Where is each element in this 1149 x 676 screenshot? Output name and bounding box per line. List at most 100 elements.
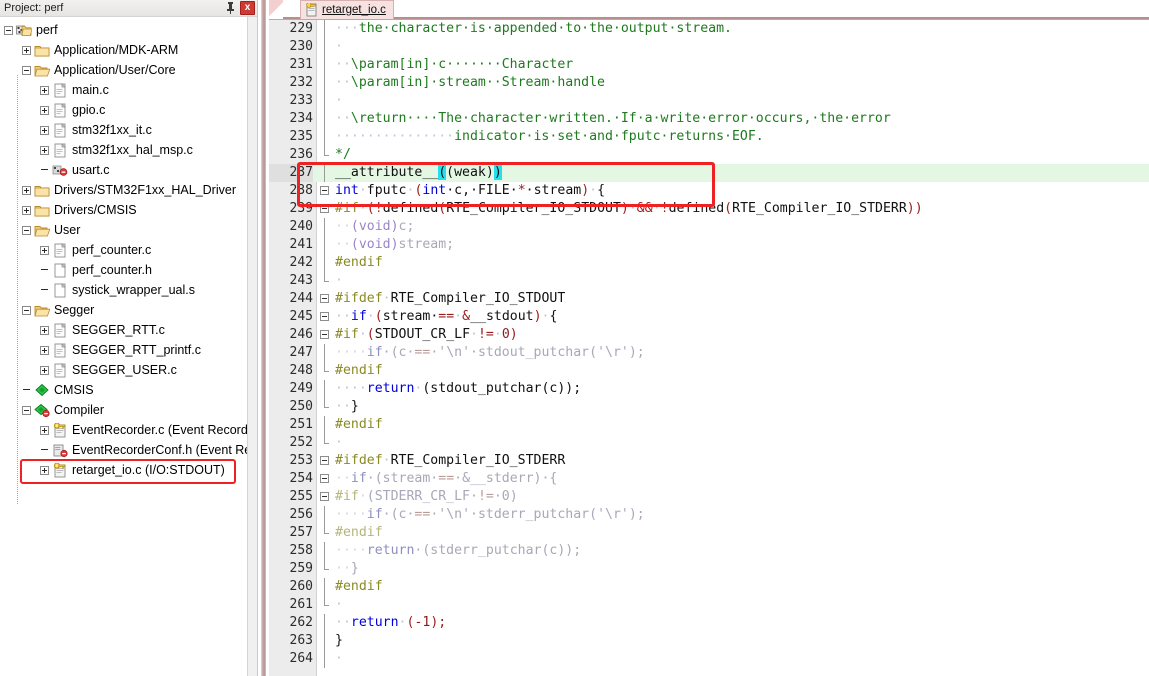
fold-marker[interactable] bbox=[318, 326, 332, 344]
tree-expand-icon[interactable] bbox=[22, 185, 31, 195]
code-line[interactable]: 253 #ifdef·RTE_Compiler_IO_STDERR bbox=[269, 452, 1149, 470]
tab-retarget-io-c[interactable]: retarget_io.c bbox=[300, 0, 394, 19]
code-line[interactable]: 243 · bbox=[269, 272, 1149, 290]
tree-item[interactable]: retarget_io.c (I/O:STDOUT) bbox=[0, 460, 247, 480]
tree-item[interactable]: systick_wrapper_ual.s bbox=[0, 280, 247, 300]
code-line[interactable]: 259 ··} bbox=[269, 560, 1149, 578]
c-file-modified-icon bbox=[52, 163, 68, 178]
pin-icon[interactable] bbox=[224, 1, 237, 15]
code-line[interactable]: 235 ···············indicator·is·set·and·f… bbox=[269, 128, 1149, 146]
tree-item[interactable]: Application/User/Core bbox=[0, 60, 247, 80]
tree-item-label: stm32f1xx_hal_msp.c bbox=[72, 143, 193, 157]
tree-expand-icon[interactable] bbox=[22, 205, 31, 215]
code-line[interactable]: 237 __attribute__((weak)) bbox=[269, 164, 1149, 182]
code-line[interactable]: 252 · bbox=[269, 434, 1149, 452]
code-text: int·fputc·(int·c,·FILE·*·stream)·{ bbox=[335, 183, 606, 198]
tree-item[interactable]: Compiler bbox=[0, 400, 247, 420]
tree-item[interactable]: perf_counter.h bbox=[0, 260, 247, 280]
tree-collapse-icon[interactable] bbox=[4, 25, 13, 35]
code-line[interactable]: 247 ····if·(c·==·'\n'·stdout_putchar('\r'… bbox=[269, 344, 1149, 362]
code-line[interactable]: 258 ····return·(stderr_putchar(c)); bbox=[269, 542, 1149, 560]
tree-expand-icon[interactable] bbox=[40, 125, 49, 135]
fold-marker[interactable] bbox=[318, 308, 332, 326]
tree-item-label: perf bbox=[36, 23, 58, 37]
tree-expand-icon[interactable] bbox=[40, 425, 49, 435]
code-line[interactable]: 245 ··if·(stream·==·&__stdout)·{ bbox=[269, 308, 1149, 326]
code-line[interactable]: 240 ··(void)c; bbox=[269, 218, 1149, 236]
fold-marker[interactable] bbox=[318, 488, 332, 506]
tree-item[interactable]: Drivers/CMSIS bbox=[0, 200, 247, 220]
code-line[interactable]: 239 #if·(!defined(RTE_Compiler_IO_STDOUT)… bbox=[269, 200, 1149, 218]
code-line[interactable]: 261 · bbox=[269, 596, 1149, 614]
tree-item[interactable]: main.c bbox=[0, 80, 247, 100]
tree-item[interactable]: EventRecorderConf.h (Event Recorde bbox=[0, 440, 247, 460]
code-line[interactable]: 257 #endif bbox=[269, 524, 1149, 542]
code-line[interactable]: 238 int·fputc·(int·c,·FILE·*·stream)·{ bbox=[269, 182, 1149, 200]
pane-splitter[interactable] bbox=[258, 0, 269, 676]
code-line[interactable]: 246 #if·(STDOUT_CR_LF·!=·0) bbox=[269, 326, 1149, 344]
fold-marker[interactable] bbox=[318, 200, 332, 218]
tree-item[interactable]: SEGGER_RTT.c bbox=[0, 320, 247, 340]
code-line[interactable]: 248 #endif bbox=[269, 362, 1149, 380]
code-editor[interactable]: 229 ···the·character·is·appended·to·the·o… bbox=[269, 20, 1149, 676]
code-line[interactable]: 260 #endif bbox=[269, 578, 1149, 596]
tree-expand-icon[interactable] bbox=[22, 45, 31, 55]
tree-expand-icon[interactable] bbox=[40, 105, 49, 115]
tree-expand-icon[interactable] bbox=[40, 365, 49, 375]
tree-item[interactable]: SEGGER_RTT_printf.c bbox=[0, 340, 247, 360]
tree-collapse-icon[interactable] bbox=[22, 65, 31, 75]
tree-item[interactable]: SEGGER_USER.c bbox=[0, 360, 247, 380]
tree-item[interactable]: EventRecorder.c (Event Recorder) bbox=[0, 420, 247, 440]
tree-expand-icon[interactable] bbox=[40, 345, 49, 355]
tree-item[interactable]: Segger bbox=[0, 300, 247, 320]
splitter-bar[interactable] bbox=[261, 0, 266, 676]
tree-expand-icon[interactable] bbox=[40, 145, 49, 155]
tree-item[interactable]: perf_counter.c bbox=[0, 240, 247, 260]
fold-marker[interactable] bbox=[318, 452, 332, 470]
code-line[interactable]: 255 #if·(STDERR_CR_LF·!=·0) bbox=[269, 488, 1149, 506]
code-line[interactable]: 242 #endif bbox=[269, 254, 1149, 272]
code-line[interactable]: 232 ··\param[in]·stream··Stream·handle bbox=[269, 74, 1149, 92]
tree-item[interactable]: CMSIS bbox=[0, 380, 247, 400]
tree-expand-icon[interactable] bbox=[40, 245, 49, 255]
tree-item[interactable]: Drivers/STM32F1xx_HAL_Driver bbox=[0, 180, 247, 200]
close-icon[interactable]: x bbox=[240, 1, 255, 15]
tree-item[interactable]: User bbox=[0, 220, 247, 240]
code-line[interactable]: 234 ··\return····The·character·written.·I… bbox=[269, 110, 1149, 128]
tree-collapse-icon[interactable] bbox=[22, 305, 31, 315]
code-line[interactable]: 241 ··(void)stream; bbox=[269, 236, 1149, 254]
code-line[interactable]: 254 ··if·(stream·==·&__stderr)·{ bbox=[269, 470, 1149, 488]
code-line[interactable]: 249 ····return·(stdout_putchar(c)); bbox=[269, 380, 1149, 398]
fold-marker[interactable] bbox=[318, 182, 332, 200]
code-line[interactable]: 244 #ifdef·RTE_Compiler_IO_STDOUT bbox=[269, 290, 1149, 308]
tree-collapse-icon[interactable] bbox=[22, 225, 31, 235]
tree-item[interactable]: gpio.c bbox=[0, 100, 247, 120]
code-line[interactable]: 230 · bbox=[269, 38, 1149, 56]
code-line[interactable]: 250 ··} bbox=[269, 398, 1149, 416]
tree-item[interactable]: perf bbox=[0, 20, 247, 40]
tree-expand-icon[interactable] bbox=[40, 465, 49, 475]
code-line[interactable]: 262 ··return·(-1); bbox=[269, 614, 1149, 632]
code-lines[interactable]: 229 ···the·character·is·appended·to·the·o… bbox=[269, 20, 1149, 676]
fold-marker[interactable] bbox=[318, 290, 332, 308]
code-line[interactable]: 233 · bbox=[269, 92, 1149, 110]
code-line[interactable]: 236 */ bbox=[269, 146, 1149, 164]
code-line[interactable]: 231 ··\param[in]·c·······Character bbox=[269, 56, 1149, 74]
tree-item[interactable]: usart.c bbox=[0, 160, 247, 180]
code-line[interactable]: 251 #endif bbox=[269, 416, 1149, 434]
code-line[interactable]: 264 · bbox=[269, 650, 1149, 668]
code-line[interactable]: 263} bbox=[269, 632, 1149, 650]
tree-expand-icon[interactable] bbox=[40, 325, 49, 335]
code-line[interactable]: 256 ····if·(c·==·'\n'·stderr_putchar('\r'… bbox=[269, 506, 1149, 524]
tree-item[interactable]: Application/MDK-ARM bbox=[0, 40, 247, 60]
fold-marker bbox=[318, 128, 332, 146]
project-tree[interactable]: perf Application/MDK-ARM Application/User/… bbox=[0, 17, 247, 676]
tree-item-label: Application/User/Core bbox=[54, 63, 176, 77]
fold-marker[interactable] bbox=[318, 470, 332, 488]
tree-item[interactable]: stm32f1xx_hal_msp.c bbox=[0, 140, 247, 160]
code-line[interactable]: 229 ···the·character·is·appended·to·the·o… bbox=[269, 20, 1149, 38]
tree-expand-icon[interactable] bbox=[40, 85, 49, 95]
project-pane-scrollbar[interactable] bbox=[247, 17, 257, 676]
tree-item[interactable]: stm32f1xx_it.c bbox=[0, 120, 247, 140]
tree-collapse-icon[interactable] bbox=[22, 405, 31, 415]
